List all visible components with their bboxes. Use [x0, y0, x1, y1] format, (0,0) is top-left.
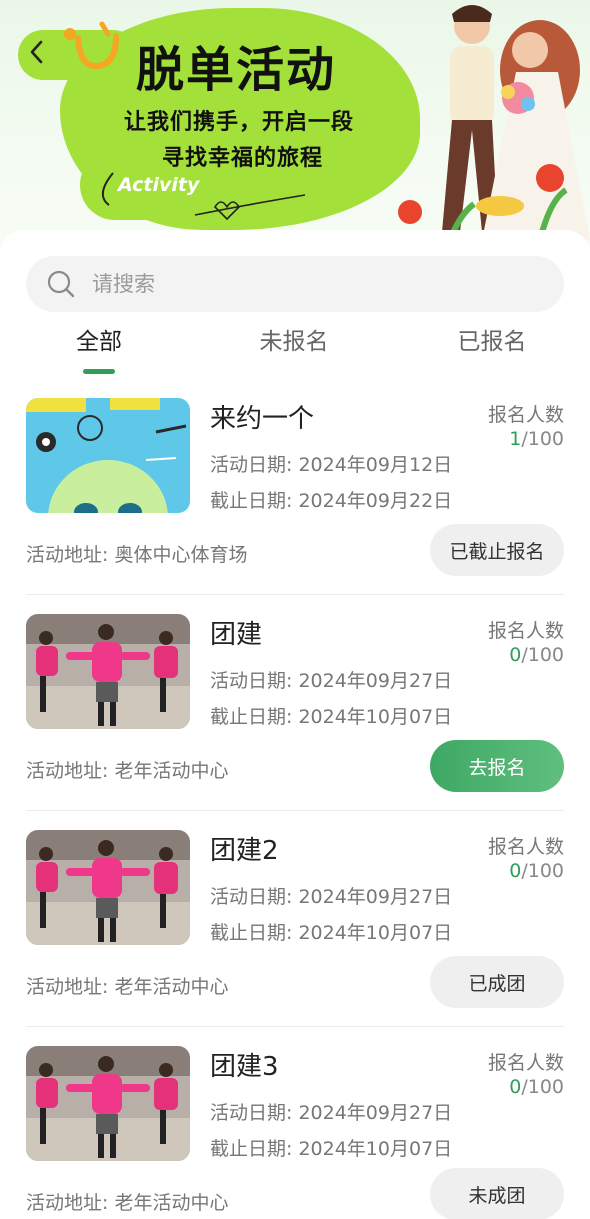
couple-illustration: [398, 5, 590, 240]
deadline-date: 截止日期: 2024年10月07日: [210, 702, 452, 729]
divider: [26, 810, 564, 811]
deadline-date: 截止日期: 2024年09月22日: [210, 486, 452, 513]
activity-title: 团建: [210, 620, 263, 650]
group-formed-button[interactable]: 已成团: [430, 956, 564, 1008]
signup-capacity: /100: [521, 644, 564, 666]
banner-title: 脱单活动: [136, 42, 337, 98]
activity-title: 团建2: [210, 836, 279, 866]
activity-card[interactable]: 团建3 活动日期: 2024年09月27日 截止日期: 2024年10月07日 …: [26, 1046, 564, 1219]
tab-bar: 全部 未报名 已报名: [0, 322, 590, 378]
address-value: 老年活动中心: [114, 976, 229, 998]
activity-address: 活动地址: 奥体中心体育场: [26, 540, 247, 567]
signup-capacity: /100: [521, 1076, 564, 1098]
signup-count-value: 1: [509, 428, 522, 450]
address-label: 活动地址:: [26, 760, 109, 782]
divider: [26, 1026, 564, 1027]
signup-count-value: 0: [509, 860, 522, 882]
deadline-date: 截止日期: 2024年10月07日: [210, 1134, 452, 1161]
signup-count-label: 报名人数: [487, 404, 564, 426]
address-label: 活动地址:: [26, 1192, 109, 1214]
deadline-label: 截止日期:: [210, 490, 293, 512]
address-label: 活动地址:: [26, 976, 109, 998]
signup-count-value: 0: [509, 1076, 522, 1098]
activity-thumbnail: [26, 614, 190, 729]
back-button[interactable]: [22, 36, 50, 68]
smile-logo-icon: [64, 21, 119, 70]
activity-card[interactable]: 团建2 活动日期: 2024年09月27日 截止日期: 2024年10月07日 …: [26, 830, 564, 1046]
address-value: 奥体中心体育场: [114, 544, 248, 566]
signup-count-label: 报名人数: [487, 1052, 564, 1074]
deadline-value: 2024年10月07日: [298, 706, 453, 728]
address-label: 活动地址:: [26, 544, 109, 566]
signup-count-label: 报名人数: [487, 620, 564, 642]
search-input[interactable]: [92, 272, 512, 296]
date-label: 活动日期:: [210, 886, 293, 908]
activity-date: 活动日期: 2024年09月12日: [210, 450, 452, 477]
signup-count: 0/100: [509, 1076, 564, 1098]
activity-card[interactable]: 团建 活动日期: 2024年09月27日 截止日期: 2024年10月07日 报…: [26, 614, 564, 830]
signup-capacity: /100: [521, 860, 564, 882]
tab-registered[interactable]: 已报名: [442, 322, 542, 378]
date-value: 2024年09月12日: [298, 454, 453, 476]
banner-slogan-line: 让我们携手，开启一段: [124, 110, 355, 135]
tab-indicator: [83, 369, 115, 374]
date-label: 活动日期:: [210, 1102, 293, 1124]
banner: 脱单活动 让我们携手，开启一段 寻找幸福的旅程 Activity: [0, 0, 590, 250]
content-sheet: 全部 未报名 已报名: [0, 230, 590, 1219]
activity-address: 活动地址: 老年活动中心: [26, 756, 228, 783]
search-bar[interactable]: [26, 256, 564, 312]
activity-title: 团建3: [210, 1052, 279, 1082]
activity-address: 活动地址: 老年活动中心: [26, 1188, 228, 1215]
date-label: 活动日期:: [210, 670, 293, 692]
activity-title: 来约一个: [210, 404, 315, 434]
address-value: 老年活动中心: [114, 1192, 229, 1214]
address-value: 老年活动中心: [114, 760, 229, 782]
search-icon: [47, 270, 75, 298]
deadline-value: 2024年10月07日: [298, 922, 453, 944]
activity-date: 活动日期: 2024年09月27日: [210, 666, 452, 693]
signup-capacity: /100: [521, 428, 564, 450]
group-not-formed-button[interactable]: 未成团: [430, 1168, 564, 1219]
activity-date: 活动日期: 2024年09月27日: [210, 882, 452, 909]
activity-thumbnail: [26, 1046, 190, 1161]
signup-count-value: 0: [509, 644, 522, 666]
activity-address: 活动地址: 老年活动中心: [26, 972, 228, 999]
chevron-left-icon: [30, 40, 43, 64]
deadline-value: 2024年09月22日: [298, 490, 453, 512]
activity-card[interactable]: 来约一个 活动日期: 2024年09月12日 截止日期: 2024年09月22日…: [26, 398, 564, 614]
deadline-date: 截止日期: 2024年10月07日: [210, 918, 452, 945]
date-value: 2024年09月27日: [298, 886, 453, 908]
activity-tag: Activity: [118, 174, 200, 196]
date-value: 2024年09月27日: [298, 670, 453, 692]
signup-count: 0/100: [509, 860, 564, 882]
activity-thumbnail: [26, 398, 190, 513]
signup-count-label: 报名人数: [487, 836, 564, 858]
date-value: 2024年09月27日: [298, 1102, 453, 1124]
signup-count: 1/100: [509, 428, 564, 450]
register-button[interactable]: 去报名: [430, 740, 564, 792]
divider: [26, 594, 564, 595]
activity-date: 活动日期: 2024年09月27日: [210, 1098, 452, 1125]
signup-count: 0/100: [509, 644, 564, 666]
tab-unregistered[interactable]: 未报名: [244, 322, 344, 378]
activity-thumbnail: [26, 830, 190, 945]
registration-closed-button[interactable]: 已截止报名: [430, 524, 564, 576]
deadline-value: 2024年10月07日: [298, 1138, 453, 1160]
date-label: 活动日期:: [210, 454, 293, 476]
deadline-label: 截止日期:: [210, 706, 293, 728]
deadline-label: 截止日期:: [210, 1138, 293, 1160]
deadline-label: 截止日期:: [210, 922, 293, 944]
